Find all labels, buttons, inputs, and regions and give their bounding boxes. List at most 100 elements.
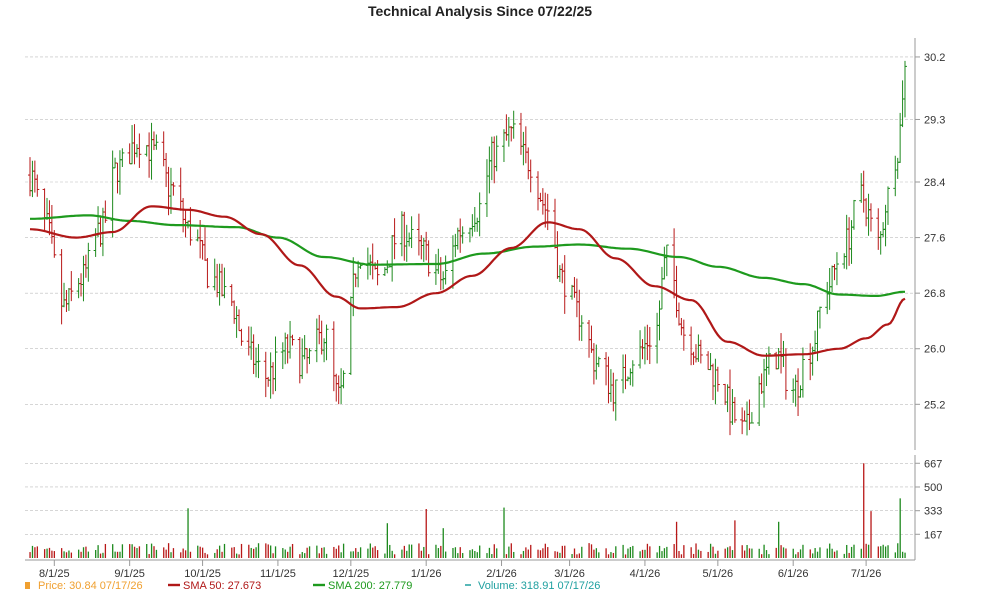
volume-bar [131, 544, 133, 558]
volume-bar [564, 545, 566, 558]
volume-bar [632, 545, 634, 558]
x-tick-label: 6/1/26 [778, 568, 809, 580]
volume-bar [627, 548, 629, 558]
volume-bar [795, 554, 797, 558]
volume-bar [663, 548, 666, 558]
volume-bar [136, 548, 138, 558]
volume-bar [870, 511, 872, 558]
volume-bar [445, 551, 447, 558]
volume-bar [573, 548, 576, 558]
volume-bar [87, 551, 90, 558]
volume-bar [505, 554, 508, 558]
volume-bar [768, 554, 770, 558]
volume-bar [581, 546, 583, 558]
volume-bar [338, 545, 340, 558]
x-tick-label: 8/1/25 [39, 568, 70, 580]
volume-bar [741, 545, 743, 558]
volume-bar [369, 543, 371, 558]
volume-bar [233, 547, 235, 558]
volume-bar [743, 550, 746, 558]
volume-tick-label: 667 [924, 458, 942, 470]
volume-bar [471, 549, 474, 558]
volume-bar [221, 551, 223, 558]
volume-bar [391, 550, 393, 558]
volume-bar [287, 551, 289, 558]
volume-bar [323, 547, 325, 558]
volume-bar [809, 549, 811, 558]
volume-bar [133, 546, 136, 558]
volume-bar [673, 544, 675, 558]
legend-marker-price [25, 582, 30, 589]
volume-bar [712, 546, 714, 558]
volume-bar [656, 552, 658, 558]
legend-label: SMA 50: 27.673 [183, 580, 261, 592]
volume-bar [308, 546, 311, 558]
volume-bar [138, 546, 141, 558]
legend-label: SMA 200: 27.779 [328, 580, 412, 592]
volume-bar [95, 550, 97, 558]
volume-bar [282, 548, 284, 558]
volume-bar [389, 544, 391, 558]
volume-bar [80, 551, 82, 558]
volume-bar [350, 551, 352, 558]
volume-bar [695, 543, 697, 558]
legend-item-volume: Volume: 318.91 07/17/26 [465, 580, 600, 592]
volume-bar [238, 554, 240, 558]
volume-bar [751, 548, 753, 558]
volume-bar [257, 543, 260, 558]
volume-bar [255, 547, 257, 558]
volume-bar [899, 498, 901, 558]
volume-bar [163, 547, 165, 558]
volume-bar [775, 547, 777, 558]
volume-bar [218, 545, 221, 558]
chart-title: Technical Analysis Since 07/22/25 [368, 3, 592, 19]
volume-bar [610, 552, 612, 558]
volume-bar [425, 509, 427, 558]
price-tick-label: 25.2 [924, 399, 945, 411]
volume-bar [65, 552, 68, 558]
volume-bar [301, 552, 303, 558]
volume-bar [248, 544, 250, 558]
volume-bar [894, 552, 896, 558]
volume-bar [274, 546, 277, 558]
volume-bar [709, 543, 712, 558]
volume-bar [31, 545, 34, 558]
volume-bar [474, 551, 476, 558]
volume-bar [829, 543, 831, 558]
volume-bar [802, 544, 804, 558]
volume-bar [359, 547, 362, 558]
volume-bar [235, 553, 238, 558]
volume-bar [34, 547, 36, 558]
volume-bar [491, 554, 493, 558]
volume-bar [284, 549, 286, 558]
volume-bar [675, 521, 678, 558]
volume-bar [335, 548, 337, 558]
volume-bar [231, 547, 233, 558]
volume-bar [867, 544, 870, 558]
x-tick-label: 9/1/25 [114, 568, 145, 580]
volume-bar [547, 547, 549, 558]
volume-bar [897, 543, 899, 558]
volume-bar [882, 544, 884, 558]
volume-bar [646, 543, 649, 558]
volume-bar [316, 545, 318, 558]
volume-bar [826, 548, 828, 558]
volume-bar [554, 551, 556, 558]
legend-label: Volume: 318.91 07/17/26 [478, 580, 600, 592]
volume-bar [605, 548, 607, 558]
volume-bar [146, 544, 148, 558]
volume-bar [250, 547, 252, 558]
volume-bar [588, 543, 590, 558]
volume-bar [598, 552, 600, 558]
legend-label: Price: 30.84 07/17/26 [38, 580, 143, 592]
volume-bar [401, 549, 403, 558]
volume-bar [165, 549, 167, 558]
volume-bar [615, 546, 617, 558]
volume-bar [556, 551, 559, 558]
volume-bar [639, 551, 641, 558]
volume-bar [184, 550, 187, 558]
volume-bar [476, 552, 478, 558]
volume-bar [542, 548, 544, 558]
volume-bar [666, 546, 668, 558]
volume-bar [622, 544, 624, 558]
